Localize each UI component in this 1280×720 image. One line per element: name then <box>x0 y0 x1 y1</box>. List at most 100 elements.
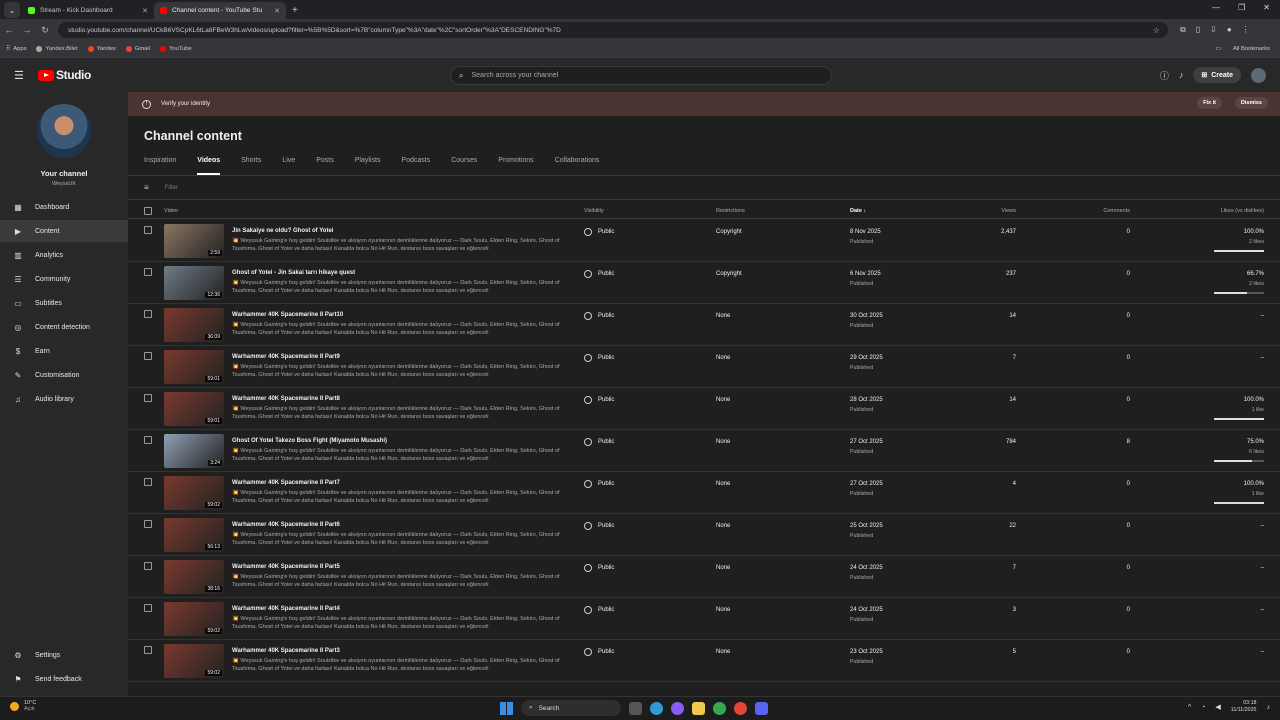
video-title[interactable]: Ghost of Yotei - Jin Sakai tarrı hikaye … <box>232 270 355 276</box>
filter-icon[interactable]: ≡ <box>144 183 149 192</box>
tab-videos[interactable]: Videos <box>197 157 221 175</box>
table-row[interactable]: 59:02 Warhammer 40K Spacemarine II Part7 💥… <box>128 472 1280 514</box>
visibility-cell[interactable]: Public <box>584 228 614 236</box>
bookmark-yandex[interactable]: Yandex <box>87 46 116 52</box>
clock[interactable]: 03:18 11/11/2025 <box>1231 700 1257 714</box>
video-thumbnail[interactable]: 59:02 <box>164 602 224 636</box>
create-button[interactable]: ⊞ Create <box>1193 67 1241 83</box>
chrome-icon[interactable] <box>713 701 726 715</box>
search-input[interactable]: ⌕ Search across your channel <box>450 66 832 85</box>
account-avatar[interactable] <box>1251 67 1266 83</box>
visibility-cell[interactable]: Public <box>584 480 614 488</box>
tab-courses[interactable]: Courses <box>451 157 477 175</box>
sidebar-icon[interactable]: ▯ <box>1196 25 1200 35</box>
channel-avatar[interactable] <box>37 104 91 158</box>
downloads-icon[interactable]: ⇩ <box>1210 25 1217 35</box>
sidebar-item-dashboard[interactable]: ▦ Dashboard <box>0 196 128 218</box>
tab-close-icon[interactable]: ✕ <box>274 7 280 15</box>
tab-shorts[interactable]: Shorts <box>241 157 261 175</box>
new-tab-button[interactable]: + <box>292 5 298 16</box>
visibility-cell[interactable]: Public <box>584 564 614 572</box>
sidebar-item-community[interactable]: ☰ Community <box>0 268 128 290</box>
copilot-icon[interactable] <box>671 701 684 715</box>
menu-icon[interactable]: ☰ <box>14 69 24 82</box>
table-row[interactable]: 56:13 Warhammer 40K Spacemarine II Part6 💥… <box>128 514 1280 556</box>
sidebar-item-analytics[interactable]: ▥ Analytics <box>0 244 128 266</box>
bookmark-youtube[interactable]: YouTube <box>159 46 192 52</box>
edge-icon[interactable] <box>650 701 663 715</box>
col-comments[interactable]: Comments <box>1103 208 1130 214</box>
file-explorer-icon[interactable] <box>692 701 705 715</box>
visibility-cell[interactable]: Public <box>584 438 614 446</box>
minimize-icon[interactable]: — <box>1212 3 1220 12</box>
visibility-cell[interactable]: Public <box>584 648 614 656</box>
bookmark-yandex-bilet[interactable]: Yandex.Bilet <box>36 46 78 52</box>
video-title[interactable]: Warhammer 40K Spacemarine II Part4 <box>232 606 340 612</box>
bookmark-apps[interactable]: ⠿ Apps <box>6 46 26 52</box>
sidebar-item-earn[interactable]: $ Earn <box>0 340 128 362</box>
filter-bar[interactable]: ≡ Filter <box>144 183 178 192</box>
browser-tab-kick[interactable]: Stream - Kick Dashboard ✕ <box>22 2 154 19</box>
row-checkbox[interactable] <box>144 604 152 612</box>
sidebar-item-customisation[interactable]: ✎ Customisation <box>0 364 128 386</box>
video-title[interactable]: Warhammer 40K Spacemarine II Part9 <box>232 354 340 360</box>
table-row[interactable]: 36:09 Warhammer 40K Spacemarine II Part10… <box>128 304 1280 346</box>
restore-icon[interactable]: ❐ <box>1238 3 1245 12</box>
video-title[interactable]: Ghost Of Yotei Takezo Boss Fight (Miyamo… <box>232 438 387 444</box>
tray-chevron-icon[interactable]: ^ <box>1188 704 1191 711</box>
visibility-cell[interactable]: Public <box>584 270 614 278</box>
visibility-cell[interactable]: Public <box>584 354 614 362</box>
video-thumbnail[interactable]: 36:09 <box>164 308 224 342</box>
video-thumbnail[interactable]: 12:36 <box>164 266 224 300</box>
table-row[interactable]: 59:02 Warhammer 40K Spacemarine II Part4 💥… <box>128 598 1280 640</box>
tab-inspiration[interactable]: Inspiration <box>144 157 176 175</box>
notifications-icon[interactable]: ♪ <box>1179 70 1184 80</box>
url-field[interactable]: studio.youtube.com/channel/UCkB6VSCpKL6t… <box>58 22 1168 38</box>
video-thumbnail[interactable]: 2:59 <box>164 224 224 258</box>
row-checkbox[interactable] <box>144 646 152 654</box>
tab-podcasts[interactable]: Podcasts <box>401 157 430 175</box>
video-thumbnail[interactable]: 59:02 <box>164 476 224 510</box>
tab-posts[interactable]: Posts <box>316 157 334 175</box>
bookmark-star-icon[interactable]: ☆ <box>1153 26 1160 35</box>
tab-live[interactable]: Live <box>282 157 295 175</box>
video-title[interactable]: Warhammer 40K Spacemarine II Part6 <box>232 522 340 528</box>
visibility-cell[interactable]: Public <box>584 396 614 404</box>
video-thumbnail[interactable]: 3:24 <box>164 434 224 468</box>
tab-playlists[interactable]: Playlists <box>355 157 381 175</box>
visibility-cell[interactable]: Public <box>584 312 614 320</box>
col-visibility[interactable]: Visibility <box>584 208 604 214</box>
table-row[interactable]: 38:16 Warhammer 40K Spacemarine II Part5 💥… <box>128 556 1280 598</box>
help-icon[interactable]: ⓘ <box>1160 69 1169 82</box>
studio-logo[interactable]: Studio <box>38 68 91 82</box>
sidebar-item-subtitles[interactable]: ▭ Subtitles <box>0 292 128 314</box>
row-checkbox[interactable] <box>144 562 152 570</box>
video-title[interactable]: Warhammer 40K Spacemarine II Part5 <box>232 564 340 570</box>
row-checkbox[interactable] <box>144 394 152 402</box>
table-row[interactable]: 12:36 Ghost of Yotei - Jin Sakai tarrı hi… <box>128 262 1280 304</box>
forward-icon[interactable]: → <box>18 25 36 35</box>
taskbar-search[interactable]: ⌕ Search <box>521 700 621 716</box>
back-icon[interactable]: ← <box>0 25 18 35</box>
table-row[interactable]: 59:01 Warhammer 40K Spacemarine II Part8 💥… <box>128 388 1280 430</box>
visibility-cell[interactable]: Public <box>584 522 614 530</box>
table-row[interactable]: 3:24 Ghost Of Yotei Takezo Boss Fight (Mi… <box>128 430 1280 472</box>
row-checkbox[interactable] <box>144 310 152 318</box>
dismiss-button[interactable]: Dismiss <box>1234 97 1268 109</box>
video-thumbnail[interactable]: 59:02 <box>164 644 224 678</box>
tab-collaborations[interactable]: Collaborations <box>555 157 600 175</box>
fix-it-button[interactable]: Fix it <box>1197 97 1222 109</box>
tab-promotions[interactable]: Promotions <box>498 157 533 175</box>
reload-icon[interactable]: ↻ <box>36 25 54 36</box>
video-thumbnail[interactable]: 59:01 <box>164 350 224 384</box>
video-thumbnail[interactable]: 59:01 <box>164 392 224 426</box>
row-checkbox[interactable] <box>144 478 152 486</box>
windows-start-icon[interactable] <box>500 701 513 715</box>
select-all-checkbox[interactable] <box>144 207 152 215</box>
sidebar-item-feedback[interactable]: ⚑ Send feedback <box>0 668 128 690</box>
visibility-cell[interactable]: Public <box>584 606 614 614</box>
video-title[interactable]: Warhammer 40K Spacemarine II Part7 <box>232 480 340 486</box>
browser-menu-icon[interactable]: ⋮ <box>1242 25 1250 35</box>
extensions-icon[interactable]: ⧉ <box>1180 25 1186 35</box>
row-checkbox[interactable] <box>144 226 152 234</box>
